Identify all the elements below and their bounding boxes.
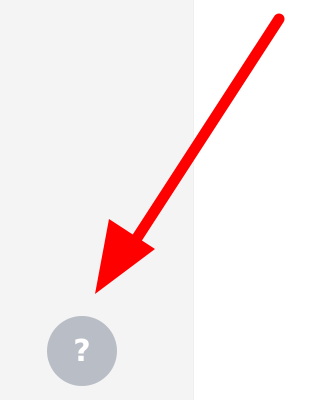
main-content <box>194 0 319 400</box>
question-mark-icon: ? <box>73 334 91 369</box>
app-window: ? <box>0 0 319 400</box>
sidebar: ? <box>0 0 193 400</box>
help-button[interactable]: ? <box>47 316 117 386</box>
